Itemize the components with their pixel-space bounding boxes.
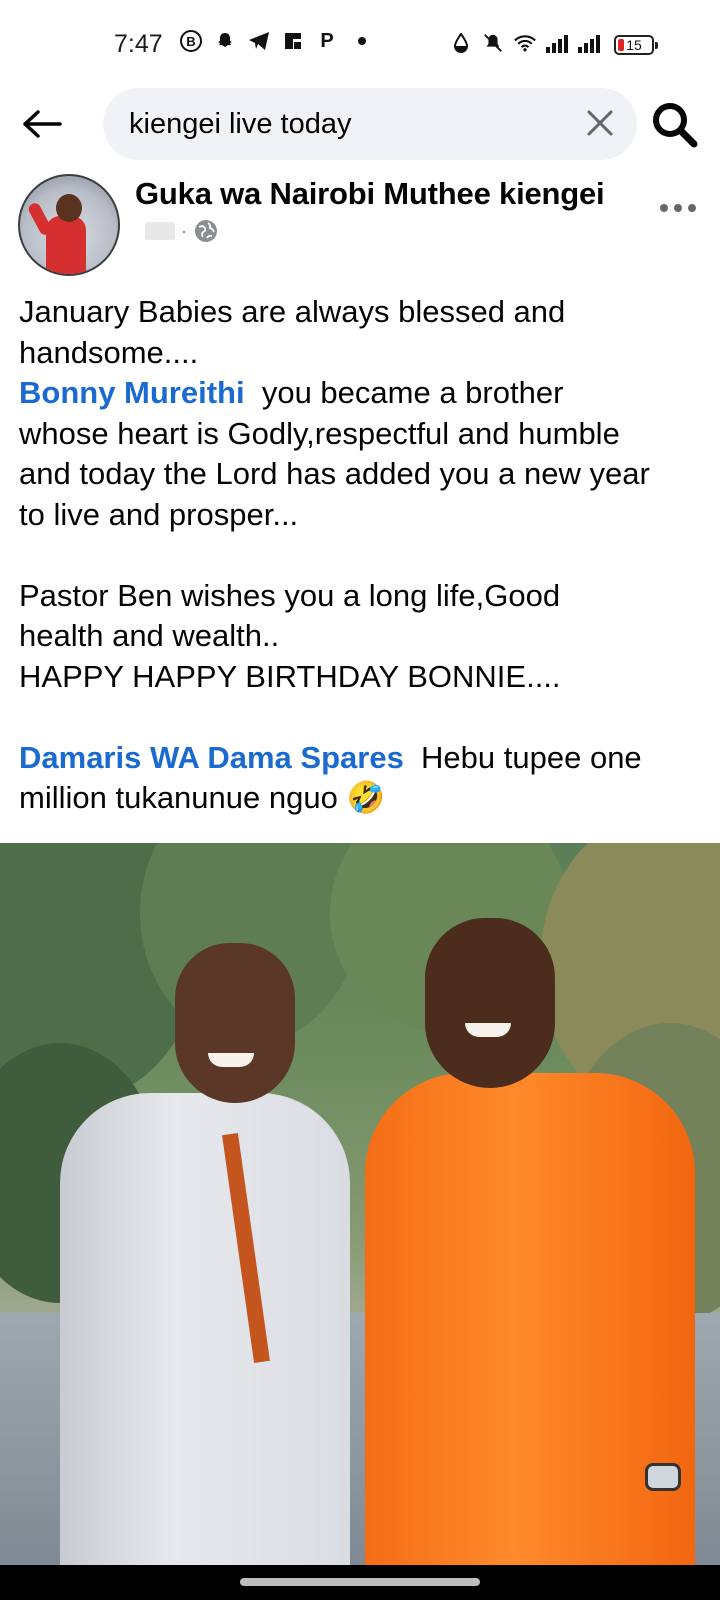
post-line: and today the Lord has added you a new y… (19, 456, 650, 491)
avatar-head (56, 194, 82, 222)
watch (645, 1463, 681, 1491)
post-line: Pastor Ben wishes you a long life,Good (19, 577, 561, 613)
post-line: handsome.... (19, 334, 199, 370)
avatar-figure (46, 216, 86, 274)
more-options-button[interactable] (660, 204, 696, 212)
drop-icon (450, 32, 472, 54)
signal-icon (578, 33, 600, 53)
clear-icon[interactable] (583, 106, 617, 140)
smile (208, 1053, 254, 1067)
search-query: kiengei live today (129, 108, 352, 140)
flipboard-icon (282, 30, 304, 52)
more-dot-icon (674, 204, 682, 212)
post-meta: · (145, 218, 219, 244)
post-photo[interactable] (0, 843, 720, 1565)
post-line-text: million tukanunue nguo (19, 780, 338, 815)
back-button[interactable] (20, 102, 64, 146)
notification-icons: B P (180, 30, 366, 52)
more-dot-icon (688, 204, 696, 212)
post-line: January Babies are always blessed and (19, 294, 566, 329)
post-time-blurred (145, 222, 175, 240)
meta-separator: · (181, 220, 187, 241)
home-gesture-handle[interactable] (240, 1578, 480, 1586)
person-left-head (175, 943, 295, 1103)
mention-link[interactable]: Damaris WA Dama Spares (19, 740, 404, 775)
snapchat-icon (214, 30, 236, 52)
post-line-text: you became a brother (244, 375, 564, 410)
search-icon[interactable] (650, 100, 698, 148)
b-icon: B (180, 30, 202, 52)
avatar[interactable] (18, 174, 120, 276)
post-line-text: Hebu tupee one (403, 739, 642, 775)
telegram-icon (248, 30, 270, 52)
smile (465, 1023, 511, 1037)
battery-icon: 15 (614, 35, 658, 55)
signal-icon (546, 33, 568, 53)
p-icon: P (320, 29, 334, 52)
search-bar-row: kiengei live today (0, 88, 720, 160)
post-text: January Babies are always blessed and ha… (19, 292, 709, 819)
status-bar: 7:47 B P 15 (0, 0, 720, 88)
person-left-shirt (60, 1093, 350, 1565)
status-time: 7:47 (114, 30, 163, 58)
dot-icon (358, 37, 366, 45)
back-arrow-icon (23, 110, 62, 138)
globe-icon (195, 220, 217, 242)
search-input[interactable]: kiengei live today (103, 88, 637, 160)
mute-icon (482, 32, 504, 54)
mention-link[interactable]: Bonny Mureithi (19, 375, 245, 410)
person-right-shirt (365, 1073, 695, 1565)
post-line: health and wealth.. (19, 618, 280, 653)
post-line: million tukanunue nguo 🤣 (19, 778, 709, 819)
post-line: Damaris WA Dama Spares Hebu tupee one (19, 738, 709, 779)
post-line: whose heart is Godly,respectful and humb… (19, 415, 620, 451)
system-nav-bar (0, 1565, 720, 1600)
post-line: HAPPY HAPPY BIRTHDAY BONNIE.... (19, 658, 561, 694)
post-line: Bonny Mureithi you became a brother (19, 373, 709, 414)
post-line: to live and prosper... (19, 496, 299, 532)
system-icons (450, 32, 600, 54)
wifi-icon (514, 32, 536, 54)
post-header: Guka wa Nairobi Muthee kiengei · (0, 174, 720, 278)
author-name[interactable]: Guka wa Nairobi Muthee kiengei (135, 176, 605, 212)
more-dot-icon (660, 204, 668, 212)
person-right-head (425, 918, 555, 1088)
laughing-emoji-icon: 🤣 (346, 780, 386, 815)
